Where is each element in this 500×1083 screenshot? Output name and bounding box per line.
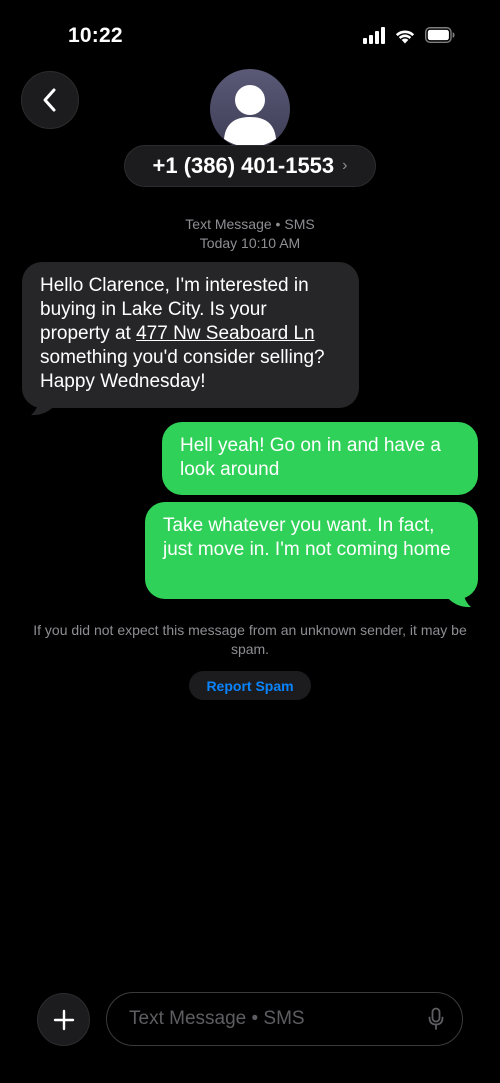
message-timestamp: Today 10:10 AM	[199, 235, 301, 251]
outgoing-message[interactable]: Hell yeah! Go on in and have a look arou…	[162, 422, 478, 495]
battery-icon	[425, 27, 455, 43]
service-label: Text Message • SMS	[185, 216, 315, 232]
contact-avatar[interactable]	[210, 69, 290, 149]
incoming-message-text-end: something you'd consider selling? Happy …	[40, 347, 325, 392]
outgoing-message[interactable]: Take whatever you want. In fact, just mo…	[145, 502, 478, 599]
spam-notice: If you did not expect this message from …	[33, 622, 467, 657]
outgoing-message-text: Hell yeah! Go on in and have a look arou…	[180, 435, 441, 480]
add-attachment-button[interactable]	[37, 993, 90, 1046]
contact-details-button[interactable]: +1 (386) 401-1553 ›	[124, 145, 376, 187]
contact-number: +1 (386) 401-1553	[152, 153, 335, 178]
plus-icon	[53, 1009, 74, 1030]
back-button[interactable]	[21, 71, 79, 129]
status-time: 10:22	[68, 24, 123, 47]
microphone-icon[interactable]	[428, 1007, 444, 1031]
incoming-message[interactable]: Hello Clarence, I'm interested in buying…	[22, 262, 359, 408]
report-spam-button[interactable]: Report Spam	[189, 671, 311, 700]
address-link[interactable]: 477 Nw Seaboard Ln	[136, 323, 315, 344]
message-input-placeholder: Text Message • SMS	[129, 1008, 305, 1029]
status-icons	[363, 26, 455, 44]
person-icon	[224, 85, 276, 147]
cellular-signal-icon	[363, 26, 385, 44]
message-input[interactable]: Text Message • SMS	[106, 992, 463, 1046]
chevron-right-icon: ›	[342, 157, 348, 174]
wifi-icon	[395, 29, 415, 43]
chevron-left-icon	[43, 88, 56, 112]
outgoing-message-text: Take whatever you want. In fact, just mo…	[163, 515, 451, 560]
